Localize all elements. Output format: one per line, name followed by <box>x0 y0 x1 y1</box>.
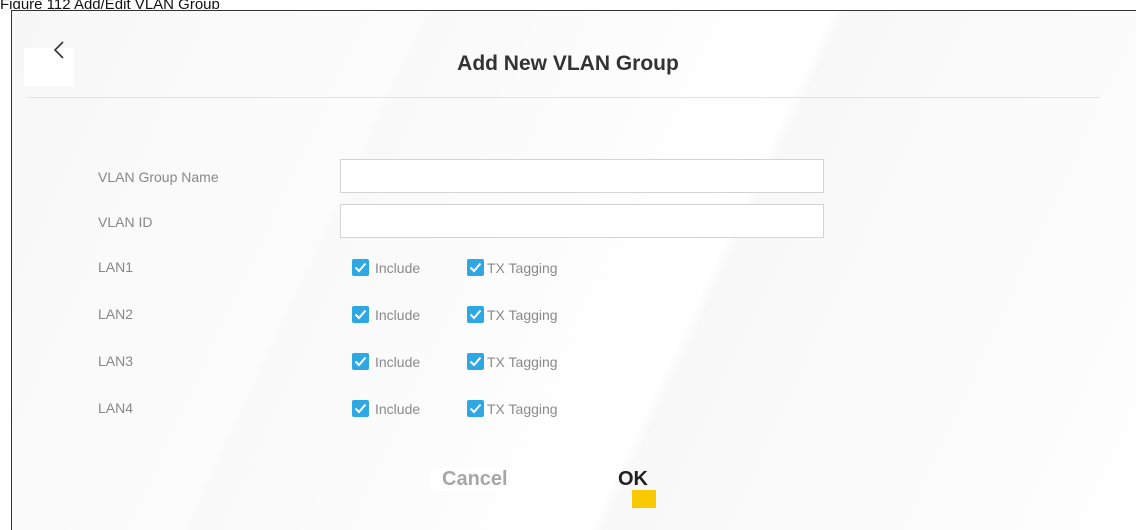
lan4-label: LAN4 <box>98 400 134 416</box>
dialog-frame <box>11 10 1136 530</box>
check-icon <box>467 353 484 370</box>
cancel-button[interactable]: Cancel <box>430 468 520 491</box>
check-icon <box>467 259 484 276</box>
ok-button[interactable]: OK <box>618 468 648 491</box>
lan3-include-checkbox[interactable]: Include <box>352 353 420 370</box>
tx-tagging-label: TX Tagging <box>487 306 558 323</box>
vlan-id-label: VLAN ID <box>98 214 153 230</box>
lan1-label: LAN1 <box>98 259 134 275</box>
dialog-background <box>12 11 1136 530</box>
include-label: Include <box>375 306 421 323</box>
lan1-include-checkbox[interactable]: Include <box>352 259 420 276</box>
check-icon <box>352 353 369 370</box>
vlan-group-name-input[interactable] <box>340 159 824 193</box>
check-icon <box>467 400 484 417</box>
tx-tagging-label: TX Tagging <box>487 400 558 417</box>
dialog-title: Add New VLAN Group <box>457 52 679 75</box>
include-label: Include <box>375 400 421 417</box>
tx-tagging-label: TX Tagging <box>487 353 558 370</box>
lan2-tx-tagging-checkbox[interactable]: TX Tagging <box>467 306 558 323</box>
lan1-tx-tagging-checkbox[interactable]: TX Tagging <box>467 259 558 276</box>
include-label: Include <box>375 259 421 276</box>
check-icon <box>352 400 369 417</box>
include-label: Include <box>375 353 421 370</box>
lan4-include-checkbox[interactable]: Include <box>352 400 420 417</box>
lan4-tx-tagging-checkbox[interactable]: TX Tagging <box>467 400 558 417</box>
vlan-group-name-label: VLAN Group Name <box>98 169 219 185</box>
vlan-id-input[interactable] <box>340 204 824 238</box>
title-divider <box>28 97 1100 98</box>
tx-tagging-label: TX Tagging <box>487 259 558 276</box>
check-icon <box>352 306 369 323</box>
check-icon <box>352 259 369 276</box>
lan2-include-checkbox[interactable]: Include <box>352 306 420 323</box>
check-icon <box>467 306 484 323</box>
lan3-tx-tagging-checkbox[interactable]: TX Tagging <box>467 353 558 370</box>
ok-button-highlight <box>632 490 656 508</box>
lan2-label: LAN2 <box>98 306 134 322</box>
figure-caption: Figure 112 Add/Edit VLAN Group <box>0 0 220 9</box>
lan3-label: LAN3 <box>98 353 134 369</box>
